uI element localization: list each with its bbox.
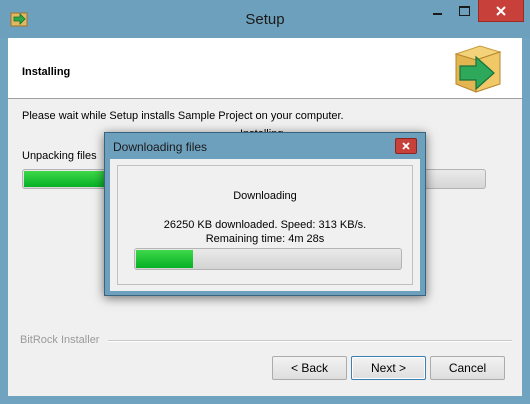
footer-divider <box>108 340 512 342</box>
next-button[interactable]: Next > <box>351 356 426 380</box>
dialog-title: Downloading files <box>113 140 208 154</box>
dialog-close-button[interactable] <box>395 138 417 154</box>
download-detail: 26250 KB downloaded. Speed: 313 KB/s. Re… <box>163 219 367 245</box>
download-progress-fill <box>136 250 193 268</box>
minimize-button[interactable] <box>424 0 450 22</box>
cancel-button[interactable]: Cancel <box>430 356 505 380</box>
title-bar[interactable]: Setup <box>0 0 530 38</box>
close-button[interactable] <box>478 0 524 22</box>
download-progress-bar <box>134 248 402 270</box>
install-progress-fill <box>24 171 106 187</box>
brand-label: BitRock Installer <box>20 334 100 346</box>
package-box-arrow-icon <box>454 45 502 93</box>
maximize-icon <box>458 6 470 16</box>
page-title: Installing <box>22 66 71 78</box>
download-dialog: Downloading files Downloading 26250 KB d… <box>104 132 426 296</box>
download-group: Downloading 26250 KB downloaded. Speed: … <box>117 165 413 285</box>
close-icon <box>402 142 410 150</box>
maximize-button[interactable] <box>451 0 477 22</box>
download-status: Downloading <box>233 190 297 202</box>
unpacking-label: Unpacking files <box>22 150 97 162</box>
dialog-client: Downloading 26250 KB downloaded. Speed: … <box>110 159 420 291</box>
page-header: Installing <box>8 38 522 99</box>
description-text: Please wait while Setup installs Sample … <box>22 110 344 122</box>
minimize-icon <box>432 13 442 15</box>
close-icon <box>496 5 506 16</box>
back-button[interactable]: < Back <box>272 356 347 380</box>
